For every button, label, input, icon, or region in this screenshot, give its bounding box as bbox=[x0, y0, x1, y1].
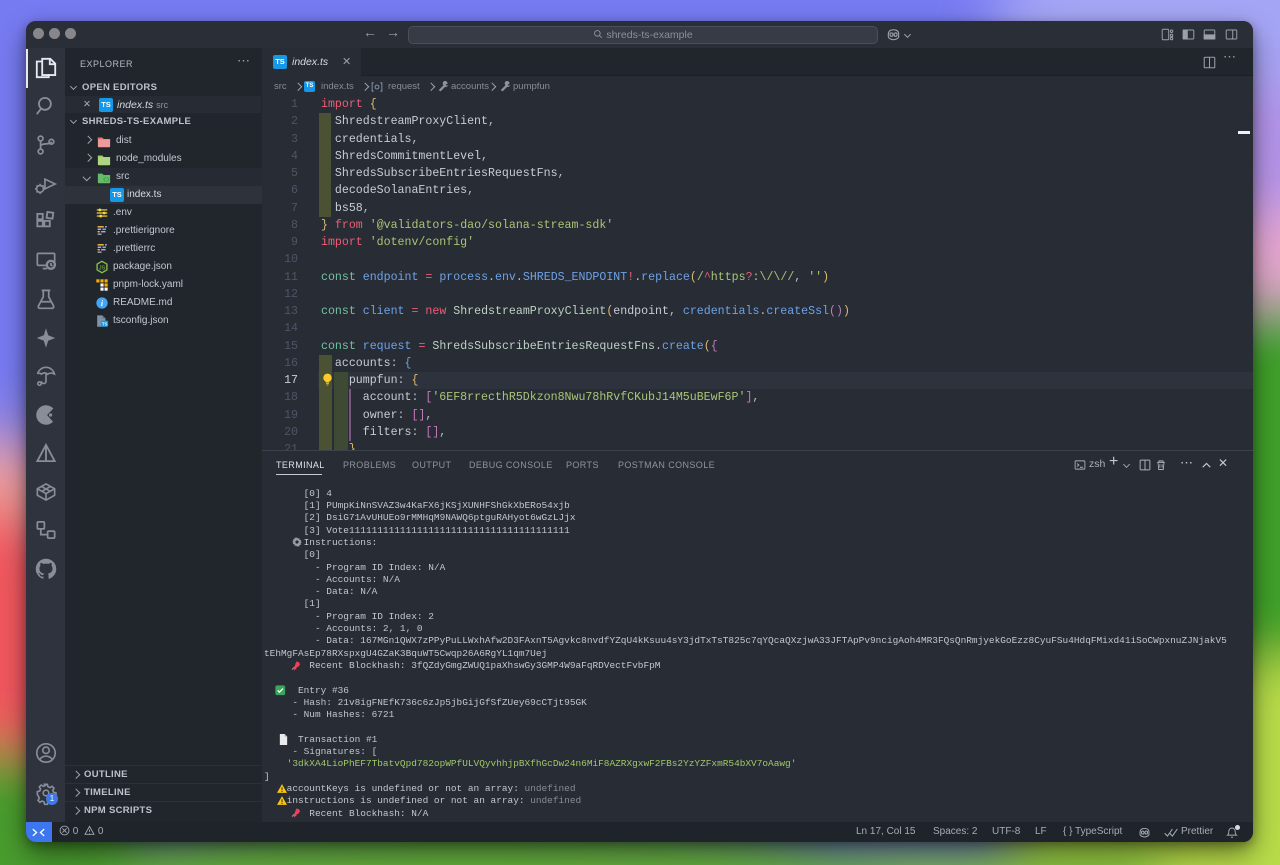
svg-text:TS: TS bbox=[102, 321, 108, 326]
svg-text:JS: JS bbox=[99, 265, 106, 271]
